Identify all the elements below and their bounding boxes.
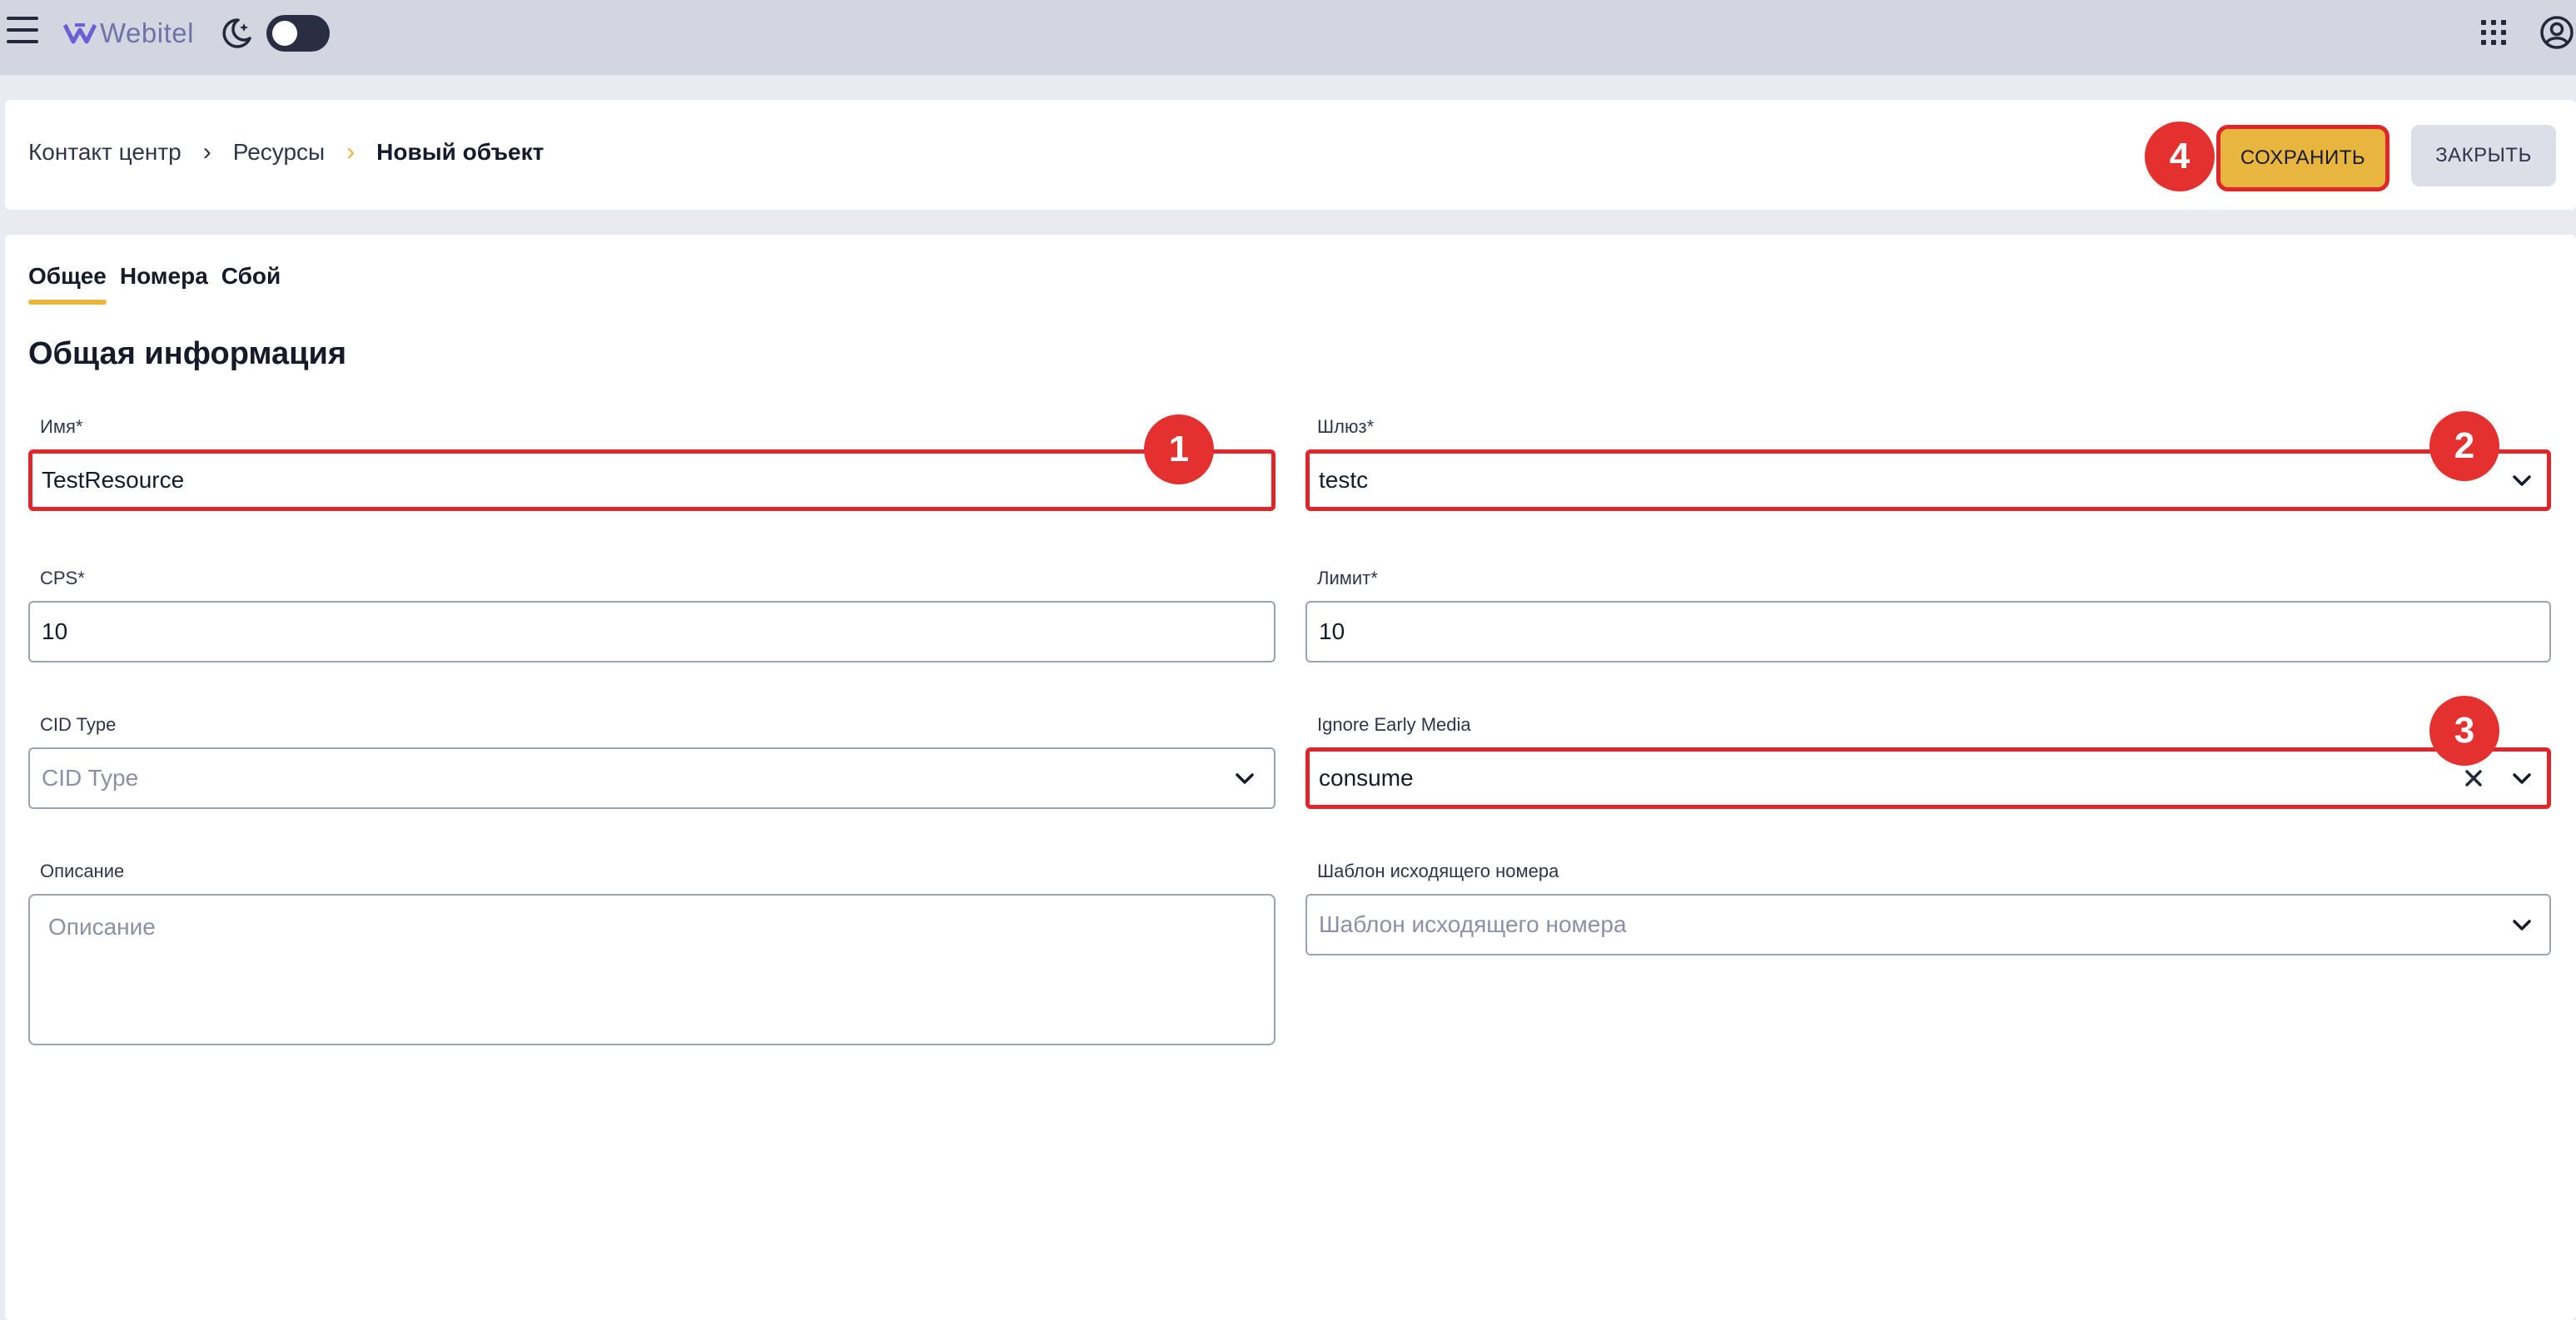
breadcrumb-separator-icon: › [202,138,211,166]
chevron-down-icon[interactable] [2511,914,2533,935]
chevron-down-icon[interactable] [1234,767,1256,789]
logo-text: Webitel [100,17,194,48]
breadcrumb-current: Новый объект [376,139,545,165]
tabs: Общее Номера Сбой [28,263,294,305]
logo[interactable]: Webitel [63,15,194,52]
section-title: Общая информация [28,336,347,371]
outgoing-template-select[interactable]: Шаблон исходящего номера [1305,894,2551,955]
step-marker-1: 1 [1144,414,1214,484]
account-icon[interactable] [2539,15,2574,50]
save-button[interactable]: СОХРАНИТЬ [2216,125,2390,191]
cps-label: CPS* [40,568,85,588]
theme-toggle[interactable] [266,15,330,52]
limit-label: Лимит* [1317,568,1378,588]
step-marker-2: 2 [2429,411,2499,481]
cid-type-placeholder: CID Type [42,765,139,791]
description-placeholder: Описание [48,914,156,940]
breadcrumb-resources[interactable]: Ресурсы [233,139,325,166]
gateway-select[interactable]: testc [1305,449,2551,511]
description-label: Описание [40,861,125,881]
tab-numbers[interactable]: Номера [120,263,208,305]
breadcrumb-contact-center[interactable]: Контакт центр [28,139,182,166]
outgoing-template-placeholder: Шаблон исходящего номера [1319,911,1627,937]
chevron-down-icon[interactable] [2511,469,2533,491]
ignore-early-media-select[interactable]: consume [1305,747,2551,809]
moon-icon [222,18,251,48]
chevron-down-icon[interactable] [2511,767,2533,789]
step-marker-3: 3 [2429,696,2499,766]
cid-type-label: CID Type [40,714,117,735]
toggle-knob [272,21,297,46]
outgoing-template-label: Шаблон исходящего номера [1317,861,1559,881]
name-input[interactable]: TestResource [28,449,1276,511]
cps-input[interactable]: 10 [28,601,1276,662]
apps-grid-icon[interactable] [2481,20,2506,45]
name-label: Имя* [40,416,83,437]
breadcrumb-separator-icon: › [346,138,356,166]
limit-input[interactable]: 10 [1305,601,2551,662]
tab-failure[interactable]: Сбой [221,263,281,305]
tab-general[interactable]: Общее [28,263,107,305]
breadcrumb: Контакт центр › Ресурсы › Новый объект [28,138,544,166]
clear-icon[interactable] [2463,767,2484,789]
description-textarea[interactable]: Описание [28,894,1276,1045]
close-button[interactable]: ЗАКРЫТЬ [2411,125,2556,186]
webitel-logo-icon [63,23,97,44]
menu-icon[interactable] [7,17,38,47]
ignore-early-media-label: Ignore Early Media [1317,714,1471,735]
step-marker-4: 4 [2145,122,2215,191]
top-bar: Webitel [0,0,2576,75]
cid-type-select[interactable]: CID Type [28,747,1276,809]
ignore-early-media-value: consume [1319,765,1414,791]
gateway-label: Шлюз* [1317,416,1375,437]
gateway-value: testc [1319,467,1369,493]
